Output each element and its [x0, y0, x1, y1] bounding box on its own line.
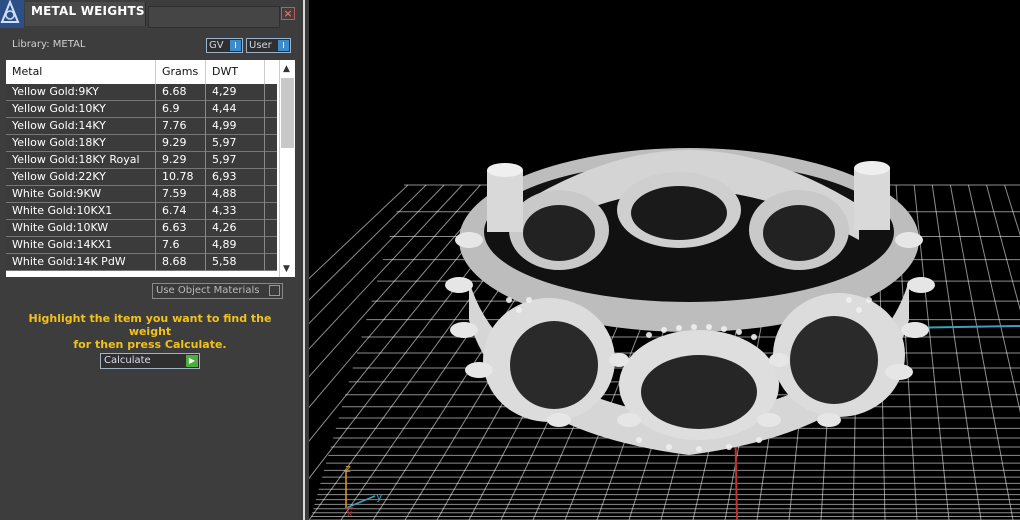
grams-cell: 6.63 [156, 220, 206, 237]
grams-cell: 7.6 [156, 237, 206, 254]
metal-cell: White Gold:14K PdW [6, 254, 156, 271]
column-header-grams[interactable]: Grams [156, 60, 206, 84]
dwt-cell: 5,97 [206, 135, 265, 152]
grams-cell: 6.68 [156, 84, 206, 101]
title-bar-fill [148, 6, 280, 28]
metal-cell: White Gold:14KX1 [6, 237, 156, 254]
toggle-indicator-icon: I [278, 40, 289, 51]
dwt-cell: 4,44 [206, 101, 265, 118]
dwt-cell: 5,97 [206, 152, 265, 169]
dwt-cell: 4,88 [206, 186, 265, 203]
scroll-up-icon[interactable]: ▲ [283, 64, 290, 74]
table-rows: Yellow Gold:9KY 6.68 4,29 Yellow Gold:10KY 6… [6, 84, 277, 271]
metal-cell: White Gold:9KW [6, 186, 156, 203]
toggle-indicator-icon: I [230, 40, 241, 51]
metal-cell: Yellow Gold:10KY [6, 101, 156, 118]
x-axis-label: x [347, 509, 353, 519]
instruction-text: Highlight the item you want to find the … [10, 312, 290, 351]
metal-cell: Yellow Gold:22KY [6, 169, 156, 186]
grams-cell: 6.74 [156, 203, 206, 220]
table-row[interactable]: White Gold:10KW 6.63 4,26 [6, 220, 277, 237]
play-arrow-icon: ▶ [186, 355, 198, 367]
column-header-metal[interactable]: Metal [6, 60, 156, 84]
table-row[interactable]: Yellow Gold:14KY 7.76 4,99 [6, 118, 277, 135]
dwt-cell: 4,89 [206, 237, 265, 254]
app-logo-icon [0, 0, 24, 28]
panel-border [303, 0, 305, 520]
metal-cell: Yellow Gold:18KY [6, 135, 156, 152]
table-row[interactable]: White Gold:14K PdW 8.68 5,58 [6, 254, 277, 271]
y-axis-label: y [376, 490, 383, 503]
grams-cell: 10.78 [156, 169, 206, 186]
use-object-materials-checkbox[interactable]: Use Object Materials [152, 283, 283, 299]
instruction-line-2: for then press Calculate. [73, 338, 227, 351]
metal-weights-panel: METAL WEIGHTS × Library: METAL GV I User… [0, 0, 301, 520]
metal-cell: White Gold:10KX1 [6, 203, 156, 220]
metal-table[interactable]: Metal Grams DWT Yellow Gold:9KY 6.68 4,29 Y… [6, 60, 295, 277]
dwt-cell: 4,99 [206, 118, 265, 135]
grams-cell: 7.59 [156, 186, 206, 203]
metal-cell: Yellow Gold:9KY [6, 84, 156, 101]
table-row[interactable]: White Gold:14KX1 7.6 4,89 [6, 237, 277, 254]
user-toggle[interactable]: User I [246, 38, 291, 53]
ring-model[interactable] [445, 148, 935, 455]
dwt-cell: 4,33 [206, 203, 265, 220]
checkbox-icon [269, 285, 280, 296]
column-header-dwt[interactable]: DWT [206, 60, 265, 84]
metal-cell: White Gold:10KW [6, 220, 156, 237]
library-label: Library: METAL [12, 39, 86, 50]
grams-cell: 6.9 [156, 101, 206, 118]
grams-cell: 9.29 [156, 152, 206, 169]
metal-cell: Yellow Gold:18KY Royal [6, 152, 156, 169]
dwt-cell: 4,26 [206, 220, 265, 237]
table-row[interactable]: Yellow Gold:18KY Royal 9.29 5,97 [6, 152, 277, 169]
panel-titlebar[interactable]: METAL WEIGHTS × [0, 0, 301, 28]
viewport-scene: z y x [309, 148, 1020, 520]
use-object-materials-label: Use Object Materials [156, 285, 260, 296]
table-scrollbar[interactable]: ▲ ▼ [279, 60, 295, 277]
table-header: Metal Grams DWT [6, 60, 277, 85]
table-row[interactable]: Yellow Gold:9KY 6.68 4,29 [6, 84, 277, 101]
scroll-thumb[interactable] [281, 78, 294, 148]
dwt-cell: 6,93 [206, 169, 265, 186]
table-row[interactable]: Yellow Gold:18KY 9.29 5,97 [6, 135, 277, 152]
metal-cell: Yellow Gold:14KY [6, 118, 156, 135]
table-row[interactable]: Yellow Gold:10KY 6.9 4,44 [6, 101, 277, 118]
close-button[interactable]: × [281, 7, 295, 20]
gv-toggle[interactable]: GV I [206, 38, 243, 53]
gv-toggle-label: GV [209, 40, 224, 51]
grams-cell: 8.68 [156, 254, 206, 271]
user-toggle-label: User [249, 40, 272, 51]
grams-cell: 7.76 [156, 118, 206, 135]
table-row[interactable]: White Gold:10KX1 6.74 4,33 [6, 203, 277, 220]
scroll-down-icon[interactable]: ▼ [283, 264, 290, 274]
3d-viewport[interactable]: z y x [309, 0, 1020, 520]
z-axis-label: z [345, 462, 351, 475]
panel-title: METAL WEIGHTS [31, 4, 145, 18]
instruction-line-1: Highlight the item you want to find the … [28, 312, 272, 338]
table-row[interactable]: White Gold:9KW 7.59 4,88 [6, 186, 277, 203]
table-row[interactable]: Yellow Gold:22KY 10.78 6,93 [6, 169, 277, 186]
calculate-label: Calculate [104, 355, 151, 366]
calculate-button[interactable]: Calculate ▶ [100, 353, 200, 369]
close-icon: × [283, 7, 293, 20]
grams-cell: 9.29 [156, 135, 206, 152]
dwt-cell: 4,29 [206, 84, 265, 101]
dwt-cell: 5,58 [206, 254, 265, 271]
